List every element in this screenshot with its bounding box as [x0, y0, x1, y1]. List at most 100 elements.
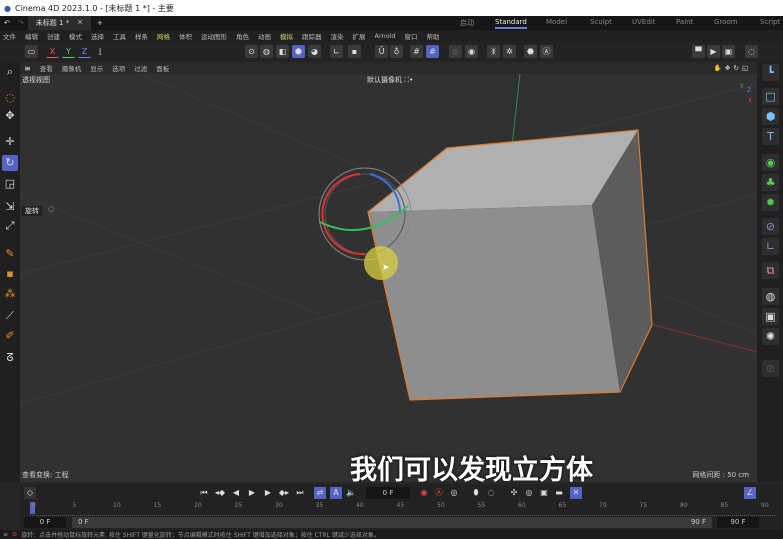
vp-menu-camera[interactable]: 摄像机: [62, 63, 82, 73]
texture-mode-icon[interactable]: ◕: [308, 45, 321, 58]
coordinate-system-icon[interactable]: ▭: [25, 45, 38, 58]
menu-tracker[interactable]: 跟踪器: [302, 31, 322, 41]
effector-icon[interactable]: ✹: [762, 194, 779, 211]
x-axis-toggle[interactable]: X: [46, 45, 59, 58]
add-tab-button[interactable]: +: [91, 19, 109, 27]
pen-spline-icon[interactable]: ✎: [2, 246, 18, 262]
key-param-icon[interactable]: ◎: [523, 487, 535, 499]
solo-icon[interactable]: ▪: [348, 45, 361, 58]
render-view-icon[interactable]: ▀: [692, 45, 705, 58]
axis-mode-icon[interactable]: ∟: [330, 45, 343, 58]
symmetry-icon[interactable]: ᛤ: [487, 45, 500, 58]
brush-icon[interactable]: ⟋: [2, 308, 18, 324]
record-keys-icon[interactable]: ◉: [418, 487, 430, 499]
menu-render[interactable]: 渲染: [331, 31, 344, 41]
volume-icon[interactable]: ⧉: [762, 262, 779, 279]
environment-icon[interactable]: ◍: [762, 288, 779, 305]
end-frame-field[interactable]: 90 F: [717, 517, 759, 528]
sketch-icon[interactable]: ᘔ: [2, 350, 18, 366]
menu-tools[interactable]: 工具: [113, 31, 126, 41]
viewport-nav-icons[interactable]: ✋✥↻◱: [714, 64, 757, 72]
move-icon[interactable]: ✛: [2, 134, 18, 150]
points-mode-icon[interactable]: ⊙: [245, 45, 258, 58]
search-icon[interactable]: ⌕: [2, 64, 18, 80]
arnold-render-icon[interactable]: ◌: [745, 45, 758, 58]
layout-uvedit[interactable]: UVEdit: [632, 18, 655, 26]
menu-window[interactable]: 窗口: [405, 31, 418, 41]
keyframe-selection-icon[interactable]: ◎: [448, 487, 460, 499]
vp-menu-panel[interactable]: 面板: [156, 63, 169, 73]
menu-extensions[interactable]: 扩展: [353, 31, 366, 41]
menu-simulate[interactable]: 模拟: [280, 31, 293, 41]
menu-edit[interactable]: 编辑: [25, 31, 38, 41]
menu-select[interactable]: 选择: [91, 31, 104, 41]
edges-mode-icon[interactable]: ◍: [260, 45, 273, 58]
menu-spline[interactable]: 样条: [135, 31, 148, 41]
menu-animate[interactable]: 动画: [258, 31, 271, 41]
camera-label[interactable]: 默认摄像机 ⛶•: [367, 75, 413, 85]
timeline-ruler[interactable]: 0 5 10 15 20 25 30 35 40 45 50 55 60 65 70 75 80 85 90: [30, 502, 775, 516]
menu-character[interactable]: 角色: [236, 31, 249, 41]
deformer-icon[interactable]: ⊘: [762, 218, 779, 235]
document-tab[interactable]: 未标题 1 * ×: [27, 16, 92, 30]
workplane-icon[interactable]: ◎: [449, 45, 462, 58]
interpolation-icon[interactable]: ✕: [570, 487, 582, 499]
key-point-icon[interactable]: ▬: [553, 487, 565, 499]
subdivision-icon[interactable]: ◉: [762, 154, 779, 171]
play-icon[interactable]: ▶: [246, 487, 258, 499]
scale-icon[interactable]: ◲: [2, 176, 18, 192]
sound-icon[interactable]: 🔈: [345, 487, 357, 499]
knife-icon[interactable]: ✐: [2, 328, 18, 344]
soft-select-icon[interactable]: ♁: [390, 45, 403, 58]
z-axis-toggle[interactable]: Z: [78, 45, 91, 58]
range-slider[interactable]: 0 F 90 F: [72, 517, 712, 528]
prev-key-icon[interactable]: ◂◆: [214, 487, 226, 499]
vp-menu-view[interactable]: 查看: [40, 63, 53, 73]
key-pla-icon[interactable]: ▣: [538, 487, 550, 499]
menu-mograph[interactable]: 运动图形: [201, 31, 227, 41]
light-icon[interactable]: ✺: [762, 328, 779, 345]
workplane-lock-icon[interactable]: ◉: [465, 45, 478, 58]
auto-key-icon[interactable]: Ⓐ: [433, 487, 445, 499]
polygons-mode-icon[interactable]: ◧: [276, 45, 289, 58]
go-to-start-icon[interactable]: ⏮: [198, 487, 210, 499]
y-axis-toggle[interactable]: Y: [62, 45, 75, 58]
model-mode-icon[interactable]: ⬢: [292, 45, 305, 58]
layout-groom[interactable]: Groom: [714, 18, 738, 26]
render-picture-viewer-icon[interactable]: ▶: [707, 45, 720, 58]
menu-volume[interactable]: 体积: [179, 31, 192, 41]
menu-file[interactable]: 文件: [3, 31, 16, 41]
next-frame-icon[interactable]: ▶: [262, 487, 274, 499]
spline-primitive-icon[interactable]: □: [762, 88, 779, 105]
render-settings-icon[interactable]: ▣: [722, 45, 735, 58]
text-icon[interactable]: T: [762, 128, 779, 145]
key-rotation-icon[interactable]: ◌: [485, 487, 497, 499]
world-coords-icon[interactable]: ⌊: [94, 45, 107, 58]
viewport[interactable]: ➤ Y Z X 透视视图 默认摄像机 ⛶• 旋转 ◌ 我们可以发现立方体 查看变…: [20, 74, 757, 482]
close-tab-icon[interactable]: ×: [77, 18, 83, 28]
vp-menu-options[interactable]: 选项: [112, 63, 125, 73]
menu-arnold[interactable]: Arnold: [375, 32, 396, 40]
prev-frame-icon[interactable]: ◀: [230, 487, 242, 499]
magnet-icon[interactable]: Ū: [375, 45, 388, 58]
key-scale-icon[interactable]: ✣: [508, 487, 520, 499]
redo-icon[interactable]: ↷: [14, 19, 28, 27]
transform-icon[interactable]: ⇲: [2, 199, 18, 215]
spline-rect-icon[interactable]: ▪: [2, 266, 18, 282]
paint-icon[interactable]: ⊘: [762, 360, 779, 377]
vp-menu-filter[interactable]: 过滤: [134, 63, 147, 73]
hamburger-icon[interactable]: ≡: [24, 64, 31, 73]
layout-startup[interactable]: 启动: [460, 18, 474, 28]
arnold-icon[interactable]: Ⓐ: [540, 45, 553, 58]
loop-icon[interactable]: ⇄: [314, 487, 326, 499]
field-icon[interactable]: ∟: [762, 238, 779, 255]
menu-icon[interactable]: ≡: [3, 531, 8, 538]
playback-mode-icon[interactable]: A: [330, 487, 342, 499]
layout-model[interactable]: Model: [546, 18, 567, 26]
symmetry-settings-icon[interactable]: ✲: [503, 45, 516, 58]
render-mode-icon[interactable]: ⬣: [524, 45, 537, 58]
layout-paint[interactable]: Paint: [676, 18, 693, 26]
go-to-end-icon[interactable]: ⏭: [294, 487, 306, 499]
next-key-icon[interactable]: ◆▸: [278, 487, 290, 499]
undo-icon[interactable]: ↶: [0, 19, 14, 27]
